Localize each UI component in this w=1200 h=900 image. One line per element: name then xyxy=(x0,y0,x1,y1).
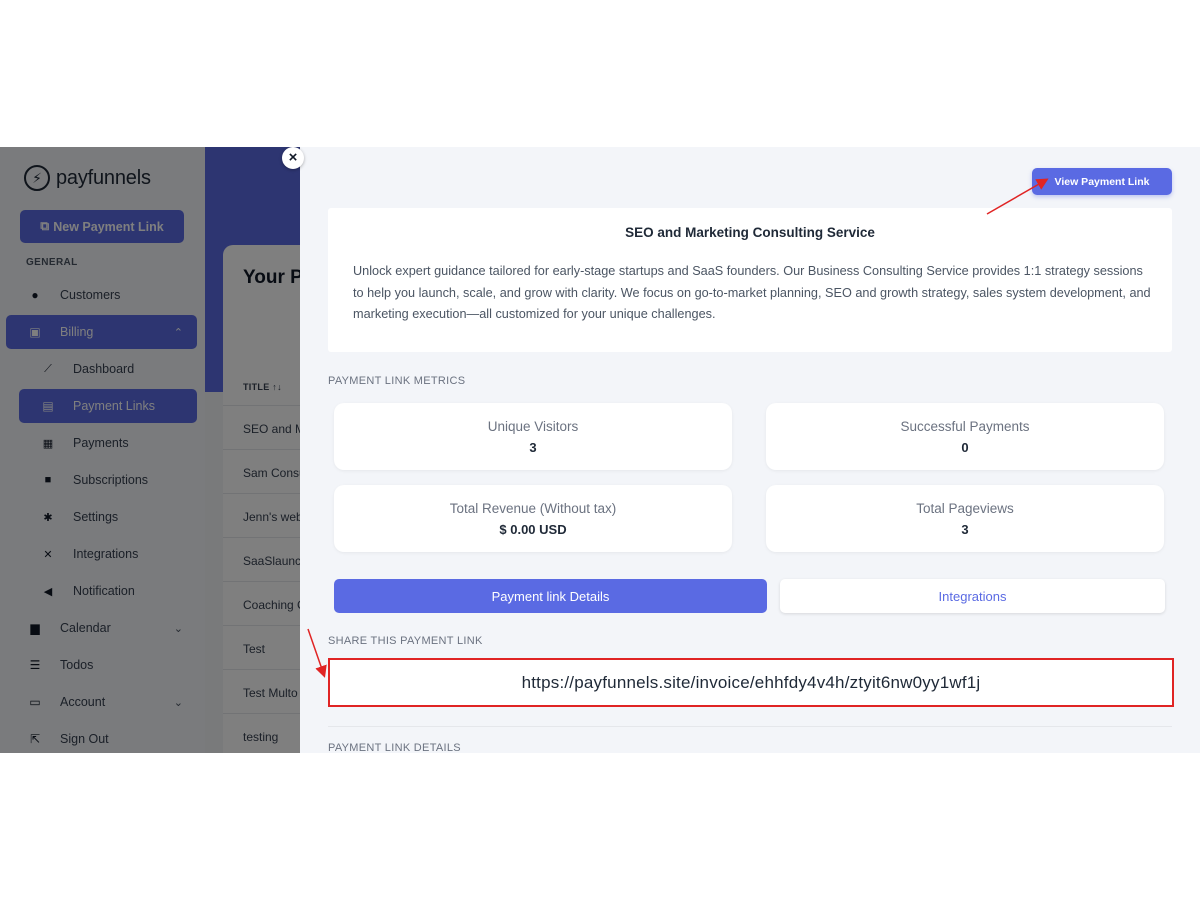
tab-payment-link-details[interactable]: Payment link Details xyxy=(334,579,767,613)
divider xyxy=(328,726,1172,727)
metric-label: Successful Payments xyxy=(900,419,1030,434)
metric-value: 3 xyxy=(529,440,537,455)
metric-label: Total Pageviews xyxy=(916,501,1014,516)
metric-value: $ 0.00 USD xyxy=(499,522,567,537)
share-link-field[interactable]: https://payfunnels.site/invoice/ehhfdy4v… xyxy=(328,658,1174,707)
metric-value: 3 xyxy=(961,522,969,537)
details-section-label: PAYMENT LINK DETAILS xyxy=(328,742,461,753)
view-payment-link-button[interactable]: View Payment Link xyxy=(1032,168,1172,195)
service-description: Unlock expert guidance tailored for earl… xyxy=(353,264,1151,321)
share-link-url[interactable]: https://payfunnels.site/invoice/ehhfdy4v… xyxy=(522,673,981,693)
tab-integrations[interactable]: Integrations xyxy=(780,579,1165,613)
metric-total-pageviews: Total Pageviews 3 xyxy=(766,485,1164,552)
service-title: SEO and Marketing Consulting Service xyxy=(625,225,875,240)
metric-unique-visitors: Unique Visitors 3 xyxy=(334,403,732,470)
payment-link-panel: View Payment Link SEO and Marketing Cons… xyxy=(300,147,1200,753)
metric-total-revenue: Total Revenue (Without tax) $ 0.00 USD xyxy=(334,485,732,552)
metrics-section-label: PAYMENT LINK METRICS xyxy=(328,375,466,387)
metric-value: 0 xyxy=(961,440,969,455)
app-screenshot: ⚡ payfunnels ⧉ New Payment Link GENERAL … xyxy=(0,147,1200,753)
service-description-card: SEO and Marketing Consulting Service Unl… xyxy=(328,208,1172,352)
metric-successful-payments: Successful Payments 0 xyxy=(766,403,1164,470)
modal-backdrop[interactable] xyxy=(0,147,300,753)
metric-label: Unique Visitors xyxy=(487,419,579,434)
share-section-label: SHARE THIS PAYMENT LINK xyxy=(328,635,483,647)
metric-label: Total Revenue (Without tax) xyxy=(449,501,617,516)
close-icon[interactable]: × xyxy=(282,147,304,169)
